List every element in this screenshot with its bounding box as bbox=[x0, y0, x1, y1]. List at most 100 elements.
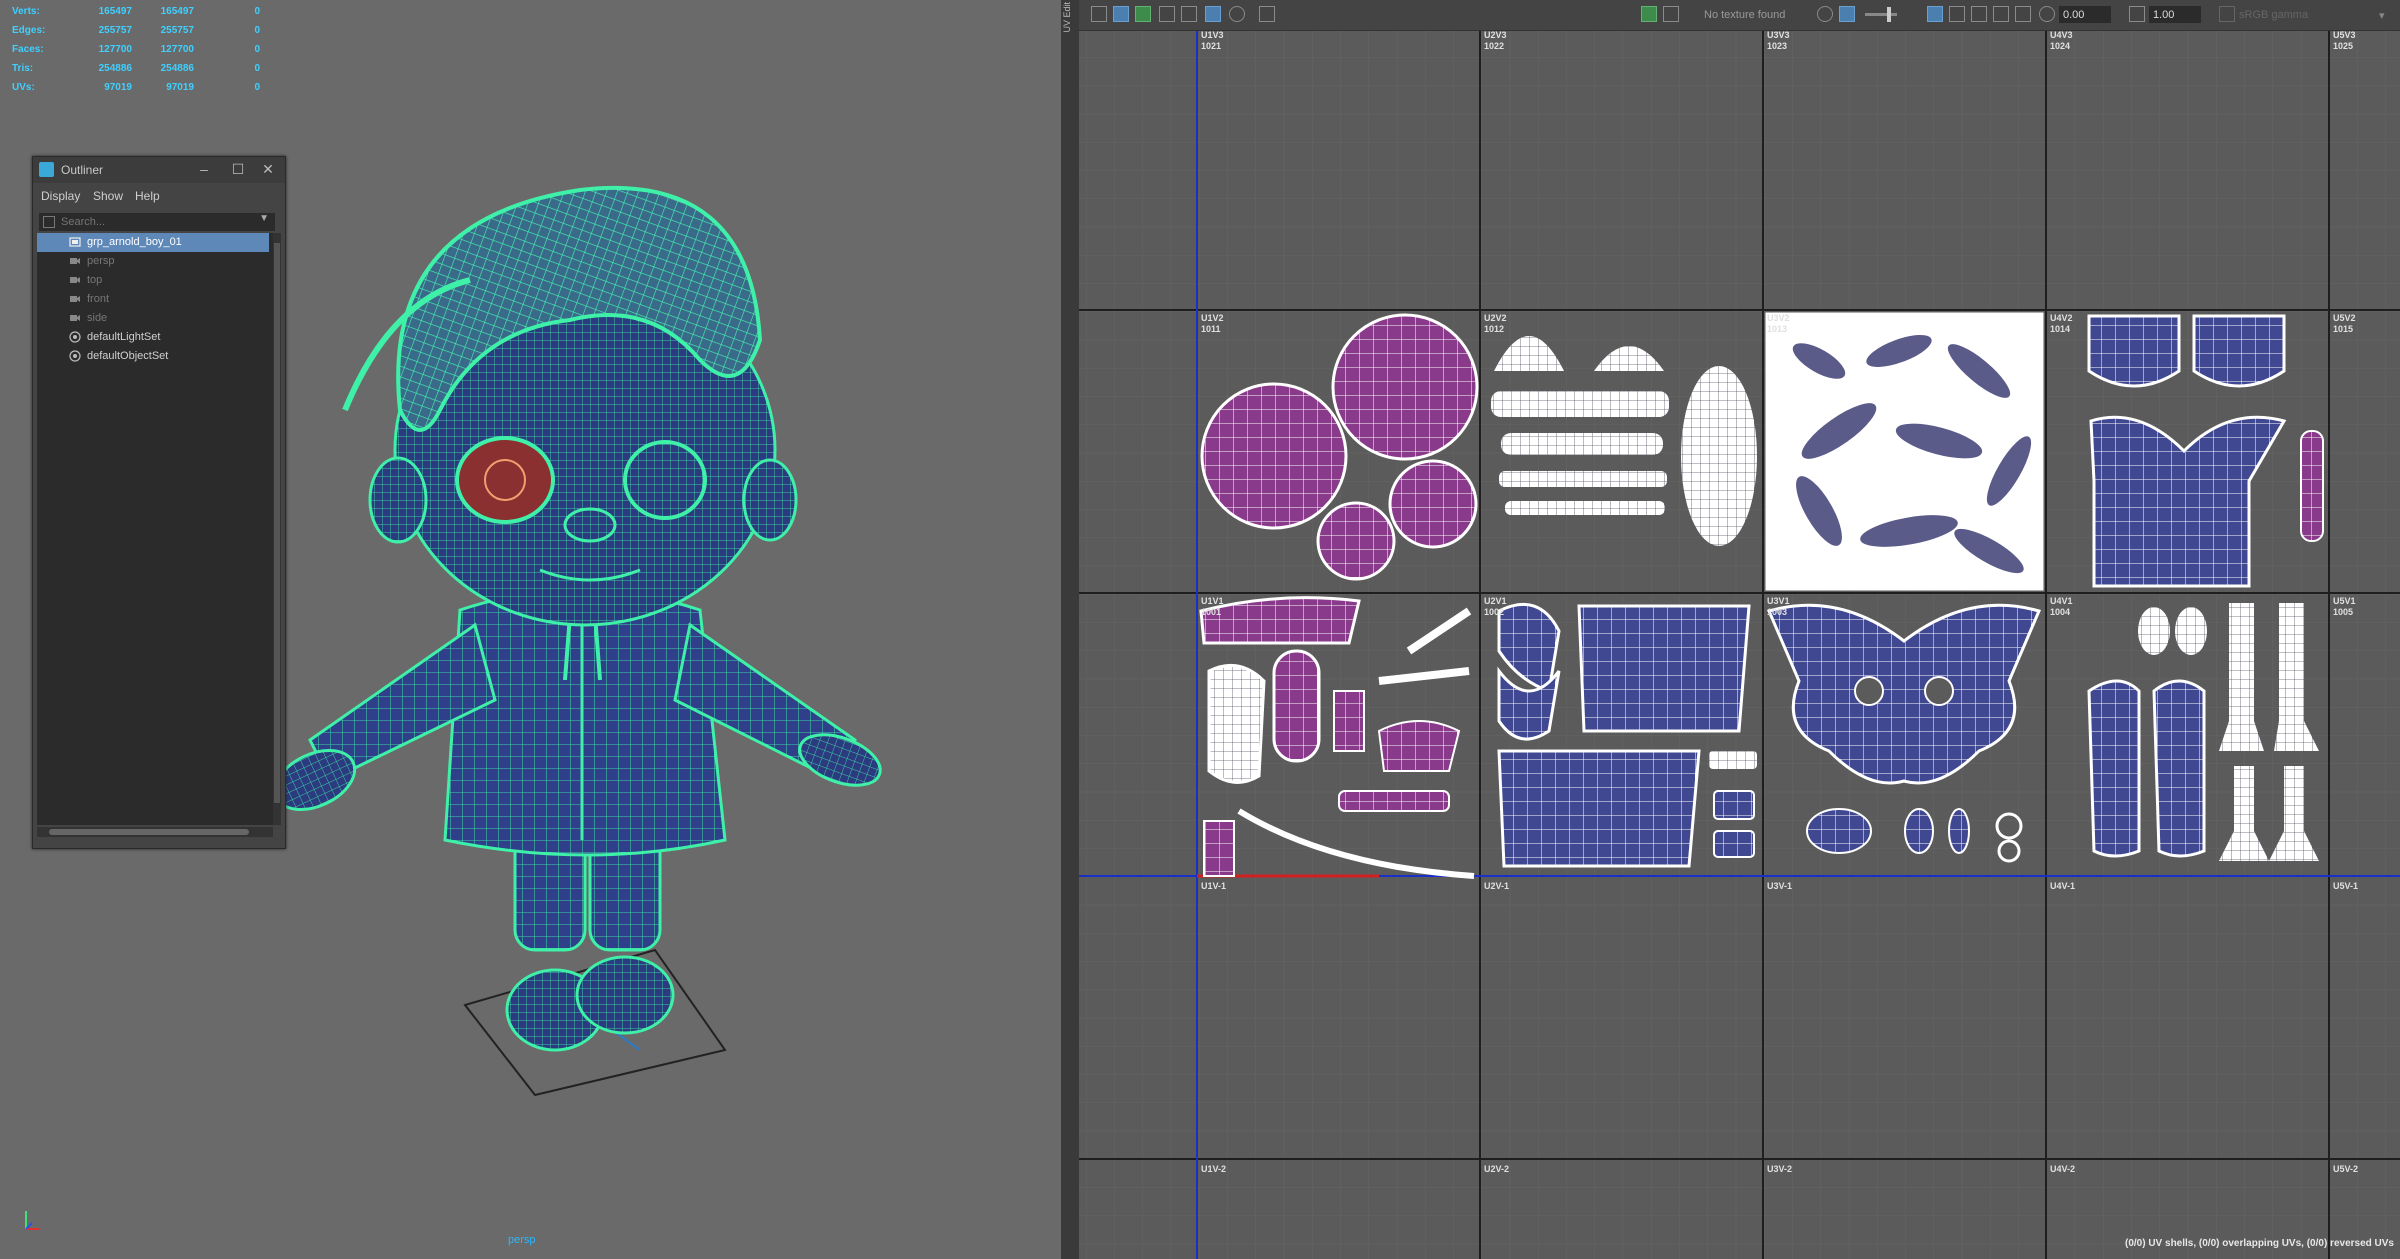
outliner-item-default-light-set[interactable]: defaultLightSet bbox=[37, 328, 269, 347]
uv-checker-icon[interactable] bbox=[1205, 6, 1221, 22]
uv-dot-icon[interactable] bbox=[1229, 6, 1245, 22]
uv-slider-handle[interactable] bbox=[1887, 7, 1891, 22]
udim-label: U2V3 1022 bbox=[1484, 31, 1507, 51]
hud-row-faces: Faces: 127700 127700 0 bbox=[12, 44, 260, 55]
maya-logo-icon bbox=[39, 162, 54, 177]
hoodie-torso bbox=[443, 588, 727, 857]
uv-overlap-icon[interactable] bbox=[1993, 6, 2009, 22]
uv-isolate-icon[interactable] bbox=[1927, 6, 1943, 22]
right-eye bbox=[623, 440, 707, 520]
hud-row-uvs: UVs: 97019 97019 0 bbox=[12, 82, 260, 93]
uv-display-icon[interactable] bbox=[1817, 6, 1833, 22]
udim-label: U5V2 1015 bbox=[2333, 313, 2356, 334]
hud-row-verts: Verts: 165497 165497 0 bbox=[12, 6, 260, 17]
camera-icon bbox=[70, 258, 80, 264]
uv-editor-panel[interactable]: No texture found sRGB gamma ▾ bbox=[1079, 0, 2400, 1259]
uv-frame-icon[interactable] bbox=[1949, 6, 1965, 22]
exposure-icon[interactable] bbox=[2039, 6, 2055, 22]
udim-label: U3V2 1013 bbox=[1767, 313, 1790, 334]
udim-label: U5V-2 bbox=[2333, 1164, 2358, 1174]
menu-display[interactable]: Display bbox=[41, 189, 80, 203]
chevron-down-icon[interactable]: ▾ bbox=[2379, 9, 2385, 22]
uv-texture-icon[interactable] bbox=[1135, 6, 1151, 22]
udim-label: U5V1 1005 bbox=[2333, 596, 2356, 617]
hud-row-edges: Edges: 255757 255757 0 bbox=[12, 25, 260, 36]
uv-slider-track[interactable] bbox=[1865, 13, 1897, 16]
udim-label: U3V1 1003 bbox=[1767, 596, 1790, 617]
exposure-field[interactable] bbox=[2059, 6, 2111, 23]
udim-label: U2V-1 bbox=[1484, 881, 1509, 891]
camera-icon bbox=[70, 296, 80, 302]
udim-label: U2V1 1002 bbox=[1484, 596, 1507, 617]
close-icon[interactable]: ✕ bbox=[259, 160, 277, 178]
outliner-item-side[interactable]: side bbox=[37, 309, 269, 328]
outliner-title: Outliner bbox=[61, 163, 104, 177]
uv-editor-panel-tag: UV Edit bbox=[1062, 2, 1072, 33]
outliner-item-label: persp bbox=[87, 255, 115, 267]
uv-grid-toggle-icon[interactable] bbox=[1091, 6, 1107, 22]
gamma-icon[interactable] bbox=[2129, 6, 2145, 22]
hud-row-tris: Tris: 254886 254886 0 bbox=[12, 63, 260, 74]
outliner-item-top[interactable]: top bbox=[37, 271, 269, 290]
uv-snapshot-icon[interactable] bbox=[1159, 6, 1175, 22]
camera-icon bbox=[70, 277, 80, 283]
udim-label: U2V2 1012 bbox=[1484, 313, 1507, 334]
outliner-title-bar[interactable]: Outliner – ☐ ✕ bbox=[33, 157, 285, 183]
outliner-item-label: grp_arnold_boy_01 bbox=[87, 236, 182, 248]
udim-label: U4V1 1004 bbox=[2050, 596, 2073, 617]
menu-show[interactable]: Show bbox=[93, 189, 123, 203]
character-wireframe-model[interactable] bbox=[270, 180, 890, 1110]
color-management-icon[interactable] bbox=[2219, 6, 2235, 22]
uv-shaded-icon[interactable] bbox=[1113, 6, 1129, 22]
outliner-vertical-scrollbar[interactable] bbox=[273, 233, 281, 825]
udim-label: U4V-2 bbox=[2050, 1164, 2075, 1174]
uv-image-icon[interactable] bbox=[1181, 6, 1197, 22]
udim-label: U1V-2 bbox=[1201, 1164, 1226, 1174]
camera-name-label: persp bbox=[508, 1234, 536, 1246]
outliner-item-label: side bbox=[87, 312, 108, 324]
texture-status-text: No texture found bbox=[1704, 9, 1786, 21]
uv-texture-dropdown-icon[interactable] bbox=[1663, 6, 1679, 22]
axis-gizmo bbox=[25, 1211, 40, 1230]
outliner-item-front[interactable]: front bbox=[37, 290, 269, 309]
chevron-down-icon[interactable]: ▼ bbox=[259, 213, 269, 224]
maximize-icon[interactable]: ☐ bbox=[229, 160, 247, 178]
udim-label: U5V3 1025 bbox=[2333, 31, 2356, 51]
left-eye bbox=[455, 436, 555, 524]
udim-label: U4V-1 bbox=[2050, 881, 2075, 891]
outliner-item-grp-arnold-boy[interactable]: grp_arnold_boy_01 bbox=[37, 233, 269, 252]
uv-editor-toolbar: No texture found sRGB gamma ▾ bbox=[1079, 0, 2400, 31]
scrollbar-thumb[interactable] bbox=[49, 829, 249, 835]
outliner-window[interactable]: Outliner – ☐ ✕ Display Show Help ▼ grp_a… bbox=[32, 156, 286, 849]
udim-label: U3V3 1023 bbox=[1767, 31, 1790, 51]
uv-camera-icon[interactable] bbox=[1259, 6, 1275, 22]
uv-distortion-icon[interactable] bbox=[1971, 6, 1987, 22]
outliner-item-label: defaultObjectSet bbox=[87, 350, 169, 362]
uv-grid-canvas[interactable]: U1V3 1021 U2V3 1022 U3V3 1023 U4V3 1024 U5V3… bbox=[1079, 31, 2400, 1259]
menu-help[interactable]: Help bbox=[135, 189, 160, 203]
uv-reverse-icon[interactable] bbox=[2015, 6, 2031, 22]
outliner-item-default-object-set[interactable]: defaultObjectSet bbox=[37, 347, 269, 366]
outliner-horizontal-scrollbar[interactable] bbox=[37, 827, 273, 837]
minimize-icon[interactable]: – bbox=[195, 160, 213, 178]
search-input[interactable] bbox=[61, 214, 251, 230]
panel-splitter[interactable] bbox=[1061, 0, 1079, 1259]
outliner-item-label: front bbox=[87, 293, 110, 305]
uv-texture-view-icon[interactable] bbox=[1641, 6, 1657, 22]
outliner-item-persp[interactable]: persp bbox=[37, 252, 269, 271]
udim-label: U5V-1 bbox=[2333, 881, 2358, 891]
udim-label: U4V2 1014 bbox=[2050, 313, 2073, 334]
right-shoe bbox=[575, 955, 675, 1035]
udim-label: U1V1 1001 bbox=[1201, 596, 1224, 617]
group-icon bbox=[69, 237, 81, 247]
udim-label: U1V-1 bbox=[1201, 881, 1226, 891]
search-filter-icon[interactable] bbox=[43, 216, 55, 228]
udim-label: U3V-1 bbox=[1767, 881, 1792, 891]
udim-label: U1V2 1011 bbox=[1201, 313, 1224, 334]
udim-label: U1V3 1021 bbox=[1201, 31, 1224, 51]
scrollbar-thumb[interactable] bbox=[274, 243, 280, 803]
uv-filter-icon[interactable] bbox=[1839, 6, 1855, 22]
udim-label: U4V3 1024 bbox=[2050, 31, 2073, 51]
udim-label: U2V-2 bbox=[1484, 1164, 1509, 1174]
gamma-field[interactable] bbox=[2149, 6, 2201, 23]
